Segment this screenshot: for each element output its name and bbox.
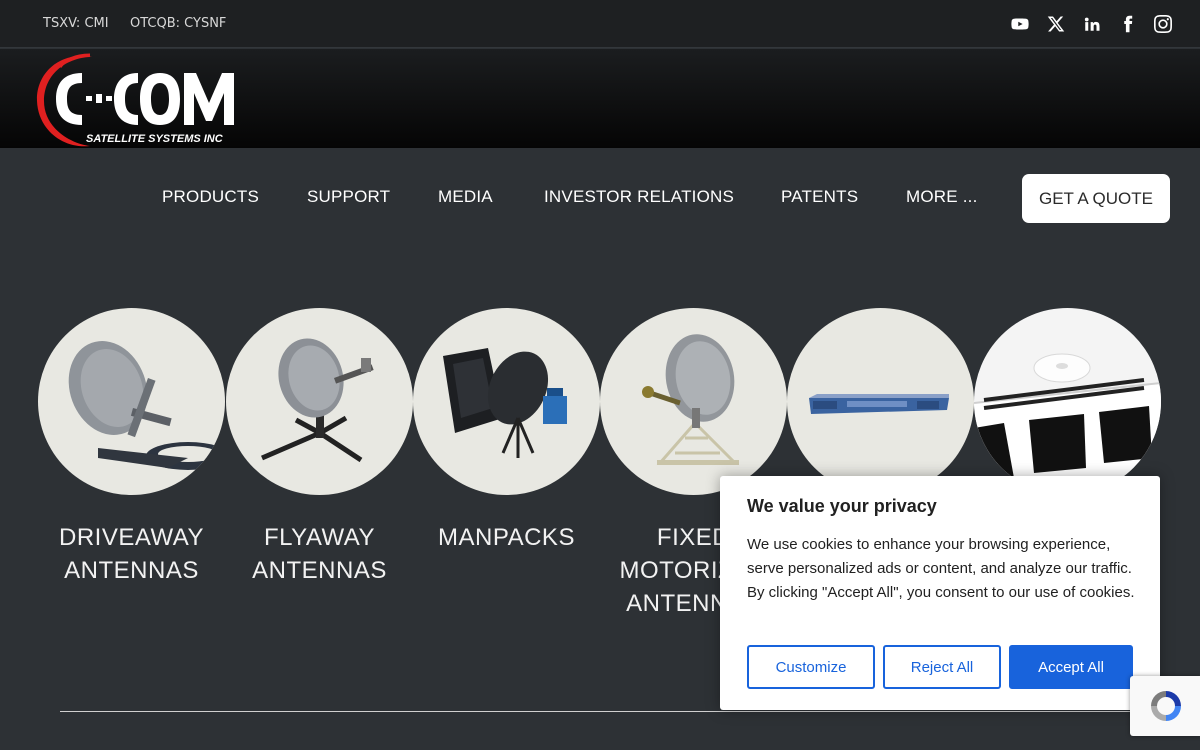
c-com-logo[interactable]: SATELLITE SYSTEMS INC [34, 51, 246, 149]
youtube-icon[interactable] [1010, 14, 1030, 34]
driveaway-antenna-image[interactable] [38, 308, 225, 495]
cookie-consent-banner: We value your privacy We use cookies to … [720, 476, 1160, 710]
section-divider [60, 711, 1140, 712]
nav-more[interactable]: MORE ... [906, 187, 978, 207]
recaptcha-badge[interactable] [1130, 676, 1200, 736]
logo-tagline: SATELLITE SYSTEMS INC [86, 133, 224, 145]
reject-all-button[interactable]: Reject All [883, 645, 1001, 689]
cookie-title: We value your privacy [747, 496, 937, 516]
top-bar: TSXV: CMI OTCQB: CYSNF [0, 0, 1200, 48]
linkedin-icon[interactable] [1082, 14, 1102, 34]
nav-patents[interactable]: PATENTS [781, 187, 858, 207]
recaptcha-icon [1151, 691, 1181, 721]
cookie-description: We use cookies to enhance your browsing … [747, 536, 1135, 601]
nav-investor-relations[interactable]: INVESTOR RELATIONS [544, 187, 734, 207]
product-flyaway[interactable]: FLYAWAY ANTENNAS [226, 308, 413, 587]
facebook-icon[interactable] [1118, 14, 1138, 34]
flyaway-antenna-image[interactable] [226, 308, 413, 495]
get-a-quote-button[interactable]: GET A QUOTE [1022, 174, 1170, 223]
fixed-motorized-antenna-image[interactable] [600, 308, 787, 495]
product-label[interactable]: MANPACKS [413, 521, 600, 554]
site-header: SATELLITE SYSTEMS INC [0, 49, 1200, 148]
manpack-image[interactable] [413, 308, 600, 495]
accept-all-button[interactable]: Accept All [1009, 645, 1133, 689]
ticker-tsxv[interactable]: TSXV: CMI [43, 16, 109, 31]
controller-unit-image[interactable] [787, 308, 974, 495]
product-label[interactable]: DRIVEAWAY ANTENNAS [38, 521, 225, 587]
nav-media[interactable]: MEDIA [438, 187, 493, 207]
product-driveaway[interactable]: DRIVEAWAY ANTENNAS [38, 308, 225, 587]
product-label[interactable]: FLYAWAY ANTENNAS [226, 521, 413, 587]
instagram-icon[interactable] [1153, 14, 1173, 34]
nav-support[interactable]: SUPPORT [307, 187, 390, 207]
customize-button[interactable]: Customize [747, 645, 875, 689]
nav-products[interactable]: PRODUCTS [162, 187, 259, 207]
vehicle-antenna-image[interactable] [974, 308, 1161, 495]
product-manpacks[interactable]: MANPACKS [413, 308, 600, 554]
x-icon[interactable] [1046, 14, 1066, 34]
ticker-otcqb[interactable]: OTCQB: CYSNF [130, 16, 226, 31]
